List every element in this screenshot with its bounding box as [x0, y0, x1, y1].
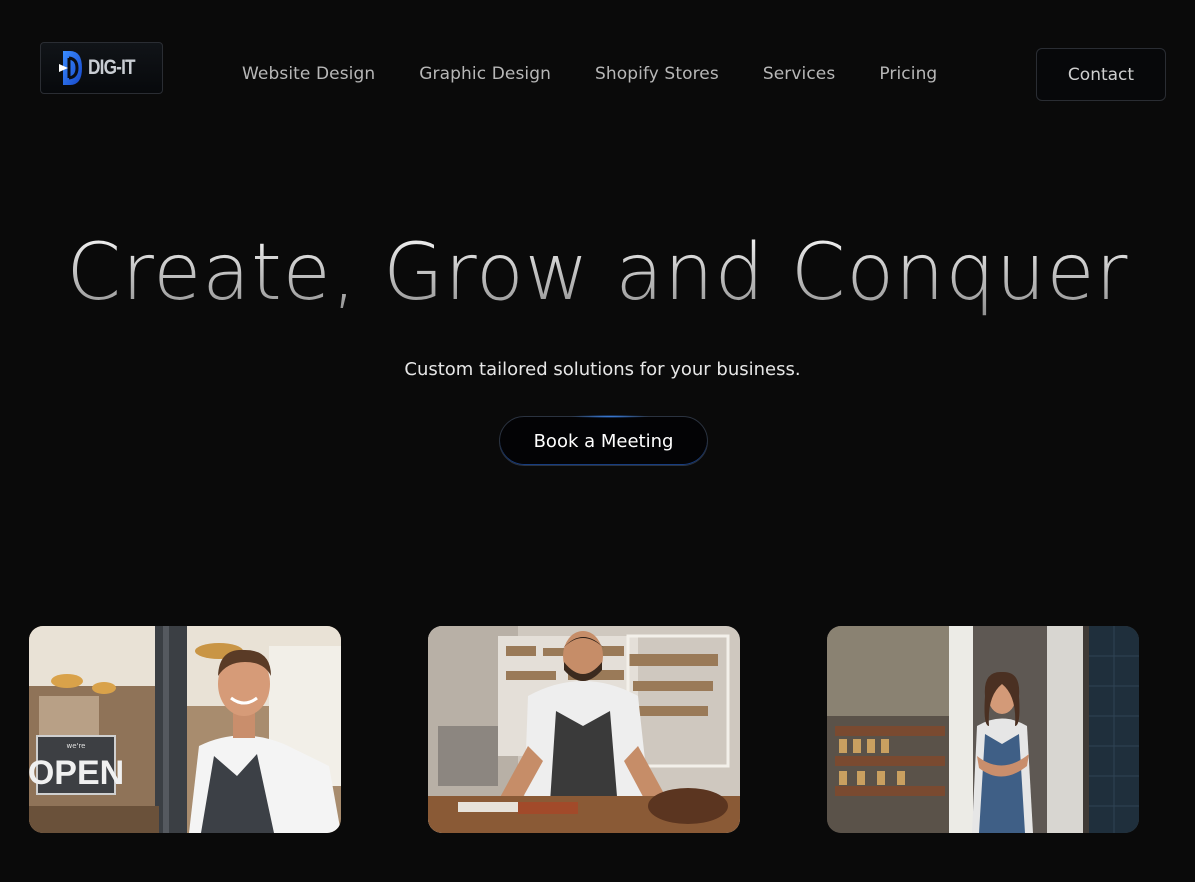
nav-graphic-design[interactable]: Graphic Design	[419, 64, 551, 84]
nav-shopify-stores[interactable]: Shopify Stores	[595, 64, 719, 84]
book-meeting-label: Book a Meeting	[533, 430, 674, 452]
hero-title: Create, Grow and Conquer	[0, 228, 1195, 318]
sign-small-text: we're	[67, 742, 86, 750]
logo-text: DIG-IT	[88, 56, 136, 79]
logo-mark-icon	[59, 51, 82, 85]
photo-card-cafe-owner: we're OPEN	[29, 626, 341, 833]
main-nav: Website Design Graphic Design Shopify St…	[220, 60, 959, 88]
landing-page: DIG-IT Website Design Graphic Design Sho…	[0, 0, 1195, 882]
photo-card-shop-owner	[827, 626, 1139, 833]
photo-card-craftsman	[428, 626, 740, 833]
contact-button[interactable]: Contact	[1036, 48, 1166, 101]
nav-pricing[interactable]: Pricing	[879, 64, 937, 84]
nav-services[interactable]: Services	[763, 64, 836, 84]
brand-logo[interactable]: DIG-IT	[40, 42, 163, 94]
hero-subtitle: Custom tailored solutions for your busin…	[404, 359, 801, 380]
cafe-owner-photo: we're OPEN	[29, 626, 341, 833]
nav-website-design[interactable]: Website Design	[242, 64, 375, 84]
sign-open-text: OPEN	[29, 754, 124, 792]
book-meeting-button[interactable]: Book a Meeting	[499, 415, 708, 466]
shop-owner-photo	[827, 626, 1139, 833]
craftsman-photo	[428, 626, 740, 833]
